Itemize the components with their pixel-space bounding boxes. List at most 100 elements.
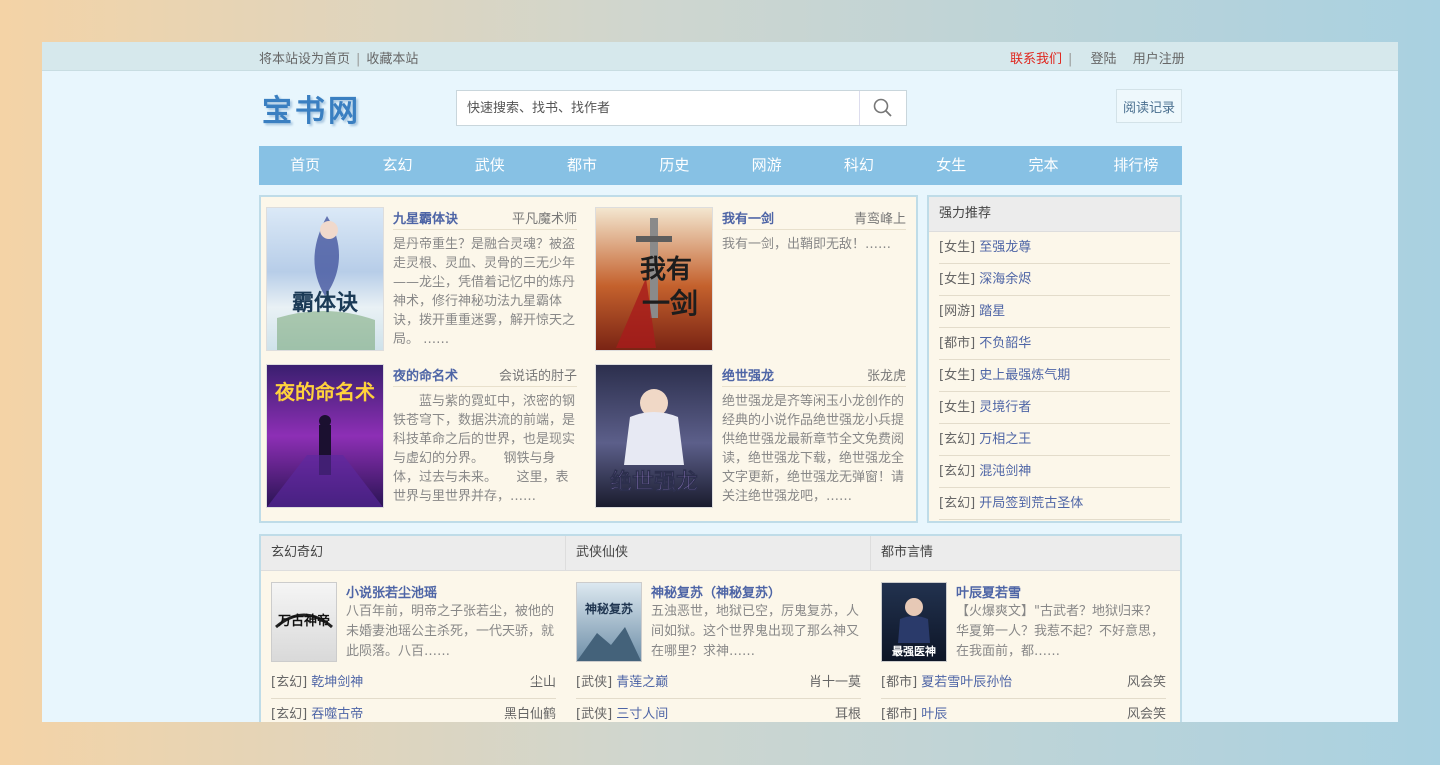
book-cover[interactable]: 万古神帝 <box>271 582 337 662</box>
list-item: [玄幻] 万相之王 <box>939 424 1170 456</box>
recommend-panel: 强力推荐 [女生] 至强龙尊 [女生] 深海余烬 [网游] 踏星 [都市] 不负… <box>927 195 1182 523</box>
book-cover[interactable]: 绝世强龙 <box>595 364 713 508</box>
book-description: 绝世强龙是齐等闲玉小龙创作的经典的小说作品绝世强龙小兵提供绝世强龙最新章节全文免… <box>722 394 905 504</box>
book-cover[interactable]: 夜的命名术 <box>266 364 384 508</box>
book-title[interactable]: 小说张若尘池瑶 <box>346 582 437 601</box>
list-item: [玄幻] 混沌剑神 <box>939 456 1170 488</box>
book-link[interactable]: 青莲之巅 <box>616 675 668 690</box>
list-item: [网游] 踏星 <box>939 296 1170 328</box>
recommend-title: 强力推荐 <box>929 197 1180 232</box>
book-author[interactable]: 尘山 <box>530 668 556 698</box>
search-button[interactable] <box>859 91 906 125</box>
book-link[interactable]: 乾坤剑神 <box>311 675 363 690</box>
nav-item-kehuan[interactable]: 科幻 <box>813 146 905 185</box>
book-author[interactable]: 肖十一莫 <box>809 668 861 698</box>
list-item: [都市] 不负韶华 <box>939 328 1170 360</box>
category-column: 武侠仙侠 神秘复苏 神秘复苏（神秘复苏） 五浊恶世，地狱已空，厉鬼复苏，人间如狱… <box>566 536 871 722</box>
nav-item-wangyou[interactable]: 网游 <box>720 146 812 185</box>
book-title[interactable]: 我有一剑 <box>722 208 774 227</box>
category-title[interactable]: 武侠仙侠 <box>566 536 871 571</box>
svg-text:一剑: 一剑 <box>642 287 698 320</box>
book-author[interactable]: 平凡魔术师 <box>512 208 577 227</box>
book-title[interactable]: 绝世强龙 <box>722 365 774 384</box>
item-category: [网游] <box>939 304 976 319</box>
nav-item-xuanhuan[interactable]: 玄幻 <box>351 146 443 185</box>
book-link[interactable]: 开局签到荒古圣体 <box>979 496 1083 511</box>
nav-item-home[interactable]: 首页 <box>259 146 351 185</box>
list-item: [武侠] 青莲之巅 肖十一莫 <box>576 668 861 699</box>
nav-item-lishi[interactable]: 历史 <box>628 146 720 185</box>
svg-text:夜的命名术: 夜的命名术 <box>274 380 375 404</box>
list-item: [武侠] 三寸人间 耳根 <box>576 700 861 722</box>
book-author[interactable]: 会说话的肘子 <box>499 365 577 384</box>
item-category: [玄幻] <box>939 432 976 447</box>
list-item: [女生] 至强龙尊 <box>939 232 1170 264</box>
book-author[interactable]: 风会笑 <box>1127 668 1166 698</box>
nav-item-dushi[interactable]: 都市 <box>536 146 628 185</box>
contact-link[interactable]: 联系我们 <box>1010 52 1062 67</box>
book-link[interactable]: 史上最强炼气期 <box>979 368 1070 383</box>
cover-art: 我有 一剑 <box>616 218 698 348</box>
book-link[interactable]: 混沌剑神 <box>979 464 1031 479</box>
item-category: [女生] <box>939 272 976 287</box>
svg-text:绝世强龙: 绝世强龙 <box>610 469 698 495</box>
book-link[interactable]: 万相之王 <box>979 432 1031 447</box>
nav-item-wuxia[interactable]: 武侠 <box>444 146 536 185</box>
nav-item-wanben[interactable]: 完本 <box>997 146 1089 185</box>
cover-art: 绝世强龙 <box>610 389 698 495</box>
category-title[interactable]: 玄幻奇幻 <box>261 536 566 571</box>
book-cover[interactable]: 霸体诀 <box>266 207 384 351</box>
register-link[interactable]: 用户注册 <box>1133 52 1185 67</box>
item-category: [女生] <box>939 400 976 415</box>
book-link[interactable]: 叶辰 <box>921 707 947 722</box>
site-logo[interactable]: 宝书网 <box>262 86 361 130</box>
book-link[interactable]: 灵境行者 <box>979 400 1031 415</box>
book-author[interactable]: 耳根 <box>835 700 861 722</box>
book-link[interactable]: 三寸人间 <box>616 707 668 722</box>
nav-item-nvsheng[interactable]: 女生 <box>905 146 997 185</box>
book-author[interactable]: 张龙虎 <box>867 365 906 384</box>
list-item: [玄幻] 开局签到荒古圣体 <box>939 488 1170 520</box>
list-item: [玄幻] 乾坤剑神 尘山 <box>271 668 556 699</box>
book-title[interactable]: 神秘复苏（神秘复苏） <box>651 582 781 601</box>
book-author[interactable]: 风会笑 <box>1127 700 1166 722</box>
divider <box>722 229 906 230</box>
category-top-book: 最强医神 叶辰夏若雪 【火爆爽文】"古武者？地狱归来？华夏第一人？我惹不起？不好… <box>881 582 1166 664</box>
divider <box>393 229 577 230</box>
book-author[interactable]: 青鸾峰上 <box>854 208 906 227</box>
category-title[interactable]: 都市言情 <box>871 536 1180 571</box>
search-box <box>456 90 907 126</box>
separator: | <box>1068 52 1073 67</box>
book-title[interactable]: 夜的命名术 <box>393 365 458 384</box>
nav-item-ranking[interactable]: 排行榜 <box>1090 146 1182 185</box>
set-home-link[interactable]: 将本站设为首页 <box>259 52 350 67</box>
item-category: [玄幻] <box>939 496 976 511</box>
cover-art: 霸体诀 <box>277 216 375 350</box>
book-link[interactable]: 夏若雪叶辰孙怡 <box>921 675 1012 690</box>
book-description: 蓝与紫的霓虹中，浓密的钢铁苍穹下，数据洪流的前端，是科技革命之后的世界，也是现实… <box>393 394 576 504</box>
book-cover[interactable]: 最强医神 <box>881 582 947 662</box>
search-input[interactable] <box>457 91 861 125</box>
item-category: [玄幻] <box>271 675 308 690</box>
book-title[interactable]: 叶辰夏若雪 <box>956 582 1021 601</box>
book-cover[interactable]: 我有 一剑 <box>595 207 713 351</box>
book-link[interactable]: 踏星 <box>979 304 1005 319</box>
book-cover[interactable]: 神秘复苏 <box>576 582 642 662</box>
top-bar-left: 将本站设为首页 | 收藏本站 <box>259 48 418 67</box>
reading-history-button[interactable]: 阅读记录 <box>1116 89 1182 123</box>
book-link[interactable]: 吞噬古帝 <box>311 707 363 722</box>
main-nav: 首页 玄幻 武侠 都市 历史 网游 科幻 女生 完本 排行榜 <box>259 146 1182 185</box>
book-link[interactable]: 不负韶华 <box>979 336 1031 351</box>
separator: | <box>356 52 361 67</box>
book-author[interactable]: 黑白仙鹤 <box>504 700 556 722</box>
book-link[interactable]: 至强龙尊 <box>979 240 1031 255</box>
svg-text:万古神帝: 万古神帝 <box>277 613 330 629</box>
featured-book: 霸体诀 九星霸体诀 平凡魔术师 是丹帝重生？是融合灵魂？被盗走灵根、灵血、灵骨的… <box>261 197 583 351</box>
login-link[interactable]: 登陆 <box>1091 52 1117 67</box>
book-link[interactable]: 深海余烬 <box>979 272 1031 287</box>
book-title[interactable]: 九星霸体诀 <box>393 208 458 227</box>
list-item: [都市] 叶辰 风会笑 <box>881 700 1166 722</box>
category-top-book: 神秘复苏 神秘复苏（神秘复苏） 五浊恶世，地狱已空，厉鬼复苏，人间如狱。这个世界… <box>576 582 861 664</box>
bookmark-link[interactable]: 收藏本站 <box>366 52 418 67</box>
page-frame: 将本站设为首页 | 收藏本站 联系我们 | 登陆 用户注册 宝书网 阅读记录 首页 玄… <box>42 42 1398 722</box>
